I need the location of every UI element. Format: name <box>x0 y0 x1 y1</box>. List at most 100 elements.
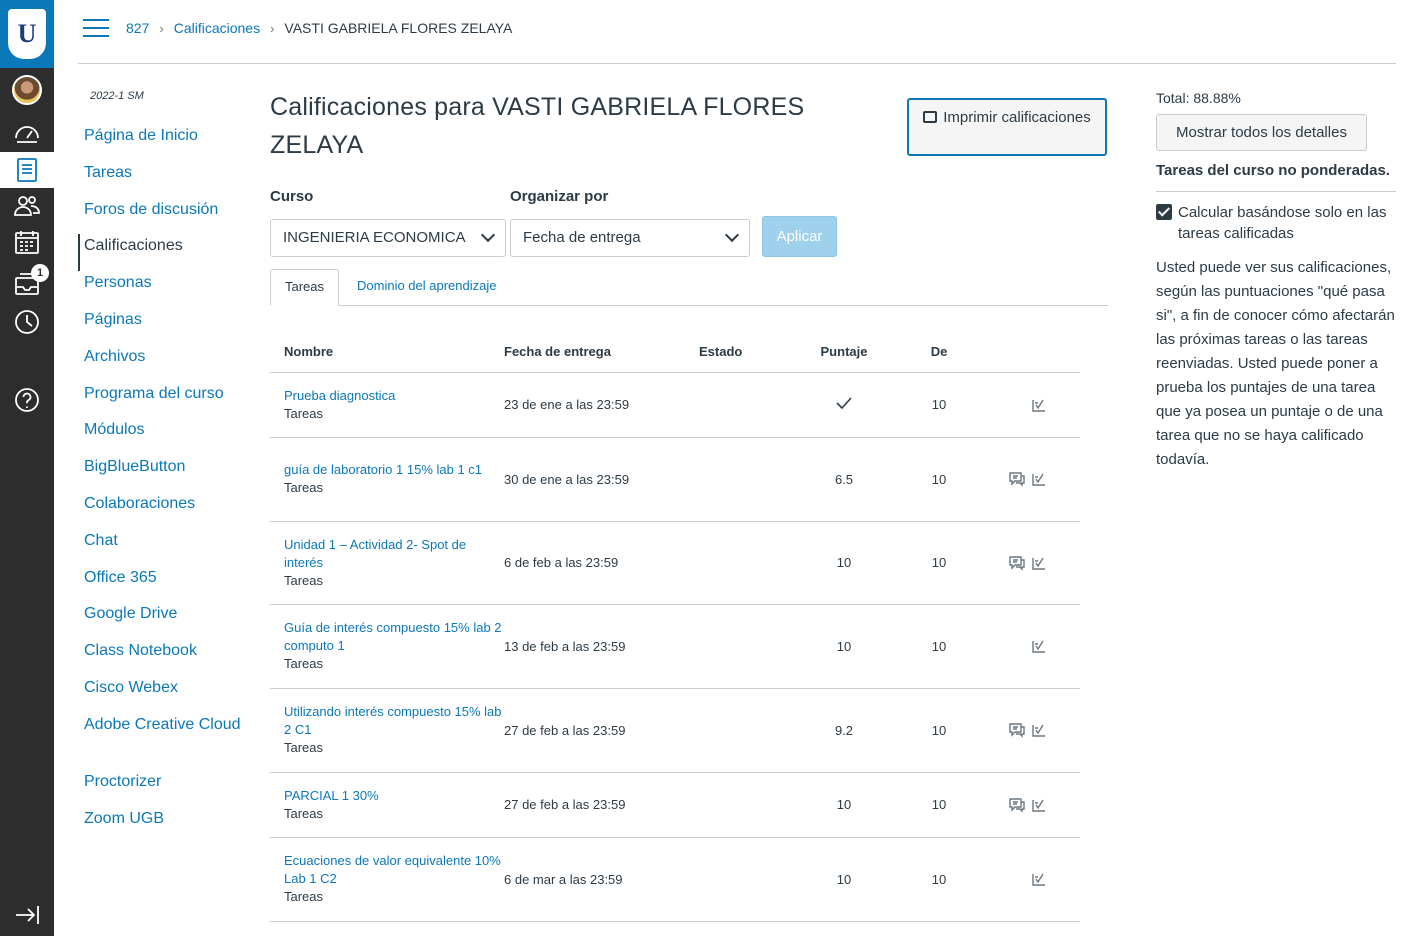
tab-assignments[interactable]: Tareas <box>270 269 340 306</box>
course-nav-pages[interactable]: Páginas <box>84 310 142 330</box>
account-button[interactable] <box>0 72 54 108</box>
print-grades-button[interactable]: Imprimir calificaciones <box>907 98 1107 156</box>
groups-button[interactable] <box>0 188 54 224</box>
course-nav-modules[interactable]: Módulos <box>84 420 144 440</box>
dashboard-button[interactable] <box>0 114 54 150</box>
score-value[interactable]: 6.5 <box>835 472 853 487</box>
calc-graded-only-row[interactable]: Calcular basándose solo en las tareas ca… <box>1156 202 1396 244</box>
course-nav-item[interactable]: Adobe Creative Cloud <box>78 713 248 770</box>
calc-graded-only-label[interactable]: Calcular basándose solo en las tareas ca… <box>1178 202 1396 244</box>
comments-icon[interactable] <box>1008 722 1026 738</box>
course-nav-item[interactable]: Zoom UGB <box>78 807 248 844</box>
assignment-link[interactable]: PARCIAL 1 30% <box>284 787 504 805</box>
assignment-link[interactable]: guía de laboratorio 1 15% lab 1 c1 <box>284 461 504 479</box>
course-nav-item[interactable]: Módulos <box>78 418 248 455</box>
collapse-nav-button[interactable] <box>0 897 54 933</box>
course-nav-proctorizer[interactable]: Proctorizer <box>84 772 161 792</box>
course-nav-item[interactable]: Programa del curso <box>78 382 248 419</box>
score-value[interactable]: 10 <box>837 555 851 570</box>
course-nav-cisco-webex[interactable]: Cisco Webex <box>84 678 178 698</box>
sort-select[interactable]: Fecha de entrega <box>510 219 750 257</box>
col-score[interactable]: Puntaje <box>781 332 907 373</box>
score-value[interactable]: 10 <box>837 872 851 887</box>
course-select[interactable]: INGENIERIA ECONOMICA <box>270 219 506 257</box>
course-nav-item[interactable]: BigBlueButton <box>78 455 248 492</box>
col-status[interactable]: Estado <box>699 332 781 373</box>
course-nav-people[interactable]: Personas <box>84 273 152 293</box>
course-nav-item[interactable]: Foros de discusión <box>78 198 248 235</box>
calc-graded-only-checkbox[interactable] <box>1156 204 1172 220</box>
chevron-down-icon <box>724 227 740 243</box>
score-value[interactable]: 9.2 <box>835 723 853 738</box>
course-nav-item[interactable]: Páginas <box>78 308 248 345</box>
what-if-description: Usted puede ver sus calificaciones, segú… <box>1156 259 1395 468</box>
comments-icon[interactable] <box>1008 555 1026 571</box>
course-nav-item[interactable]: Proctorizer <box>78 770 248 807</box>
course-nav-item[interactable]: Chat <box>78 529 248 566</box>
help-button[interactable] <box>0 382 54 418</box>
course-nav-syllabus[interactable]: Programa del curso <box>84 384 224 404</box>
course-nav-item[interactable]: Calificaciones <box>78 234 248 272</box>
course-nav-item[interactable]: Colaboraciones <box>78 492 248 529</box>
course-nav-zoom[interactable]: Zoom UGB <box>84 809 164 829</box>
course-nav-discussions[interactable]: Foros de discusión <box>84 200 218 220</box>
courses-button[interactable] <box>0 152 54 188</box>
col-due-date[interactable]: Fecha de entrega <box>504 332 699 373</box>
course-nav-home[interactable]: Página de Inicio <box>84 126 198 146</box>
assignment-link[interactable]: Unidad 1 – Actividad 2- Spot de interés <box>284 536 504 572</box>
rubric-icon[interactable] <box>1030 397 1048 413</box>
course-nav-class-notebook[interactable]: Class Notebook <box>84 641 197 661</box>
inbox-button[interactable]: 1 <box>0 264 54 302</box>
assignment-link[interactable]: Prueba diagnostica <box>284 387 504 405</box>
course-nav-files[interactable]: Archivos <box>84 347 145 367</box>
apply-button[interactable]: Aplicar <box>762 216 837 257</box>
course-nav-item[interactable]: Personas <box>78 271 248 308</box>
course-nav-chat[interactable]: Chat <box>84 531 118 551</box>
course-nav-office365[interactable]: Office 365 <box>84 568 157 588</box>
comments-icon[interactable] <box>1008 797 1026 813</box>
hamburger-icon-line <box>83 35 109 37</box>
course-nav-google-drive[interactable]: Google Drive <box>84 604 177 624</box>
course-nav-item[interactable]: Página de Inicio <box>78 124 248 161</box>
history-button[interactable] <box>0 304 54 340</box>
rubric-icon[interactable] <box>1030 471 1048 487</box>
course-nav-item[interactable]: Cisco Webex <box>78 676 248 713</box>
score-value[interactable]: 10 <box>837 797 851 812</box>
assignment-link[interactable]: Utilizando interés compuesto 15% lab 2 C… <box>284 703 504 739</box>
score-cell: 10 <box>781 772 907 838</box>
comments-icon[interactable] <box>1008 471 1026 487</box>
status-cell <box>699 772 781 838</box>
crest-icon: U <box>8 9 46 59</box>
calendar-button[interactable] <box>0 224 54 260</box>
institution-logo[interactable]: U <box>0 0 54 68</box>
tab-learning-mastery[interactable]: Dominio del aprendizaje <box>343 269 510 306</box>
course-nav-item[interactable]: Class Notebook <box>78 639 248 676</box>
rubric-icon[interactable] <box>1030 638 1048 654</box>
course-nav-collaborations[interactable]: Colaboraciones <box>84 494 195 514</box>
status-cell <box>699 521 781 605</box>
course-nav-grades[interactable]: Calificaciones <box>84 236 183 256</box>
assignment-link[interactable]: Guía de interés compuesto 15% lab 2 comp… <box>284 619 504 655</box>
course-nav-assignments[interactable]: Tareas <box>84 163 132 183</box>
course-nav-item[interactable]: Tareas <box>78 161 248 198</box>
rubric-icon[interactable] <box>1030 871 1048 887</box>
course-nav-item[interactable]: Archivos <box>78 345 248 382</box>
show-all-details-button[interactable]: Mostrar todos los detalles <box>1156 114 1367 151</box>
score-value[interactable]: 10 <box>837 639 851 654</box>
assignment-link[interactable]: Ecuaciones de valor equivalente 10% Lab … <box>284 852 504 888</box>
rubric-icon[interactable] <box>1030 555 1048 571</box>
actions-cell <box>971 521 1080 605</box>
course-nav-item[interactable]: Google Drive <box>78 602 248 639</box>
course-nav-adobe[interactable]: Adobe Creative Cloud <box>84 715 241 735</box>
course-nav-item[interactable]: Office 365 <box>78 566 248 603</box>
breadcrumb-course[interactable]: 827 <box>126 20 149 36</box>
page-header: 827 › Calificaciones › VASTI GABRIELA FL… <box>78 0 1396 64</box>
course-menu-toggle[interactable] <box>83 19 109 39</box>
rubric-icon[interactable] <box>1030 797 1048 813</box>
rubric-icon[interactable] <box>1030 722 1048 738</box>
breadcrumb-grades[interactable]: Calificaciones <box>174 20 260 36</box>
col-name[interactable]: Nombre <box>270 332 504 373</box>
global-nav-body: 1 <box>0 68 54 936</box>
col-out-of[interactable]: De <box>907 332 971 373</box>
course-nav-bigbluebutton[interactable]: BigBlueButton <box>84 457 185 477</box>
